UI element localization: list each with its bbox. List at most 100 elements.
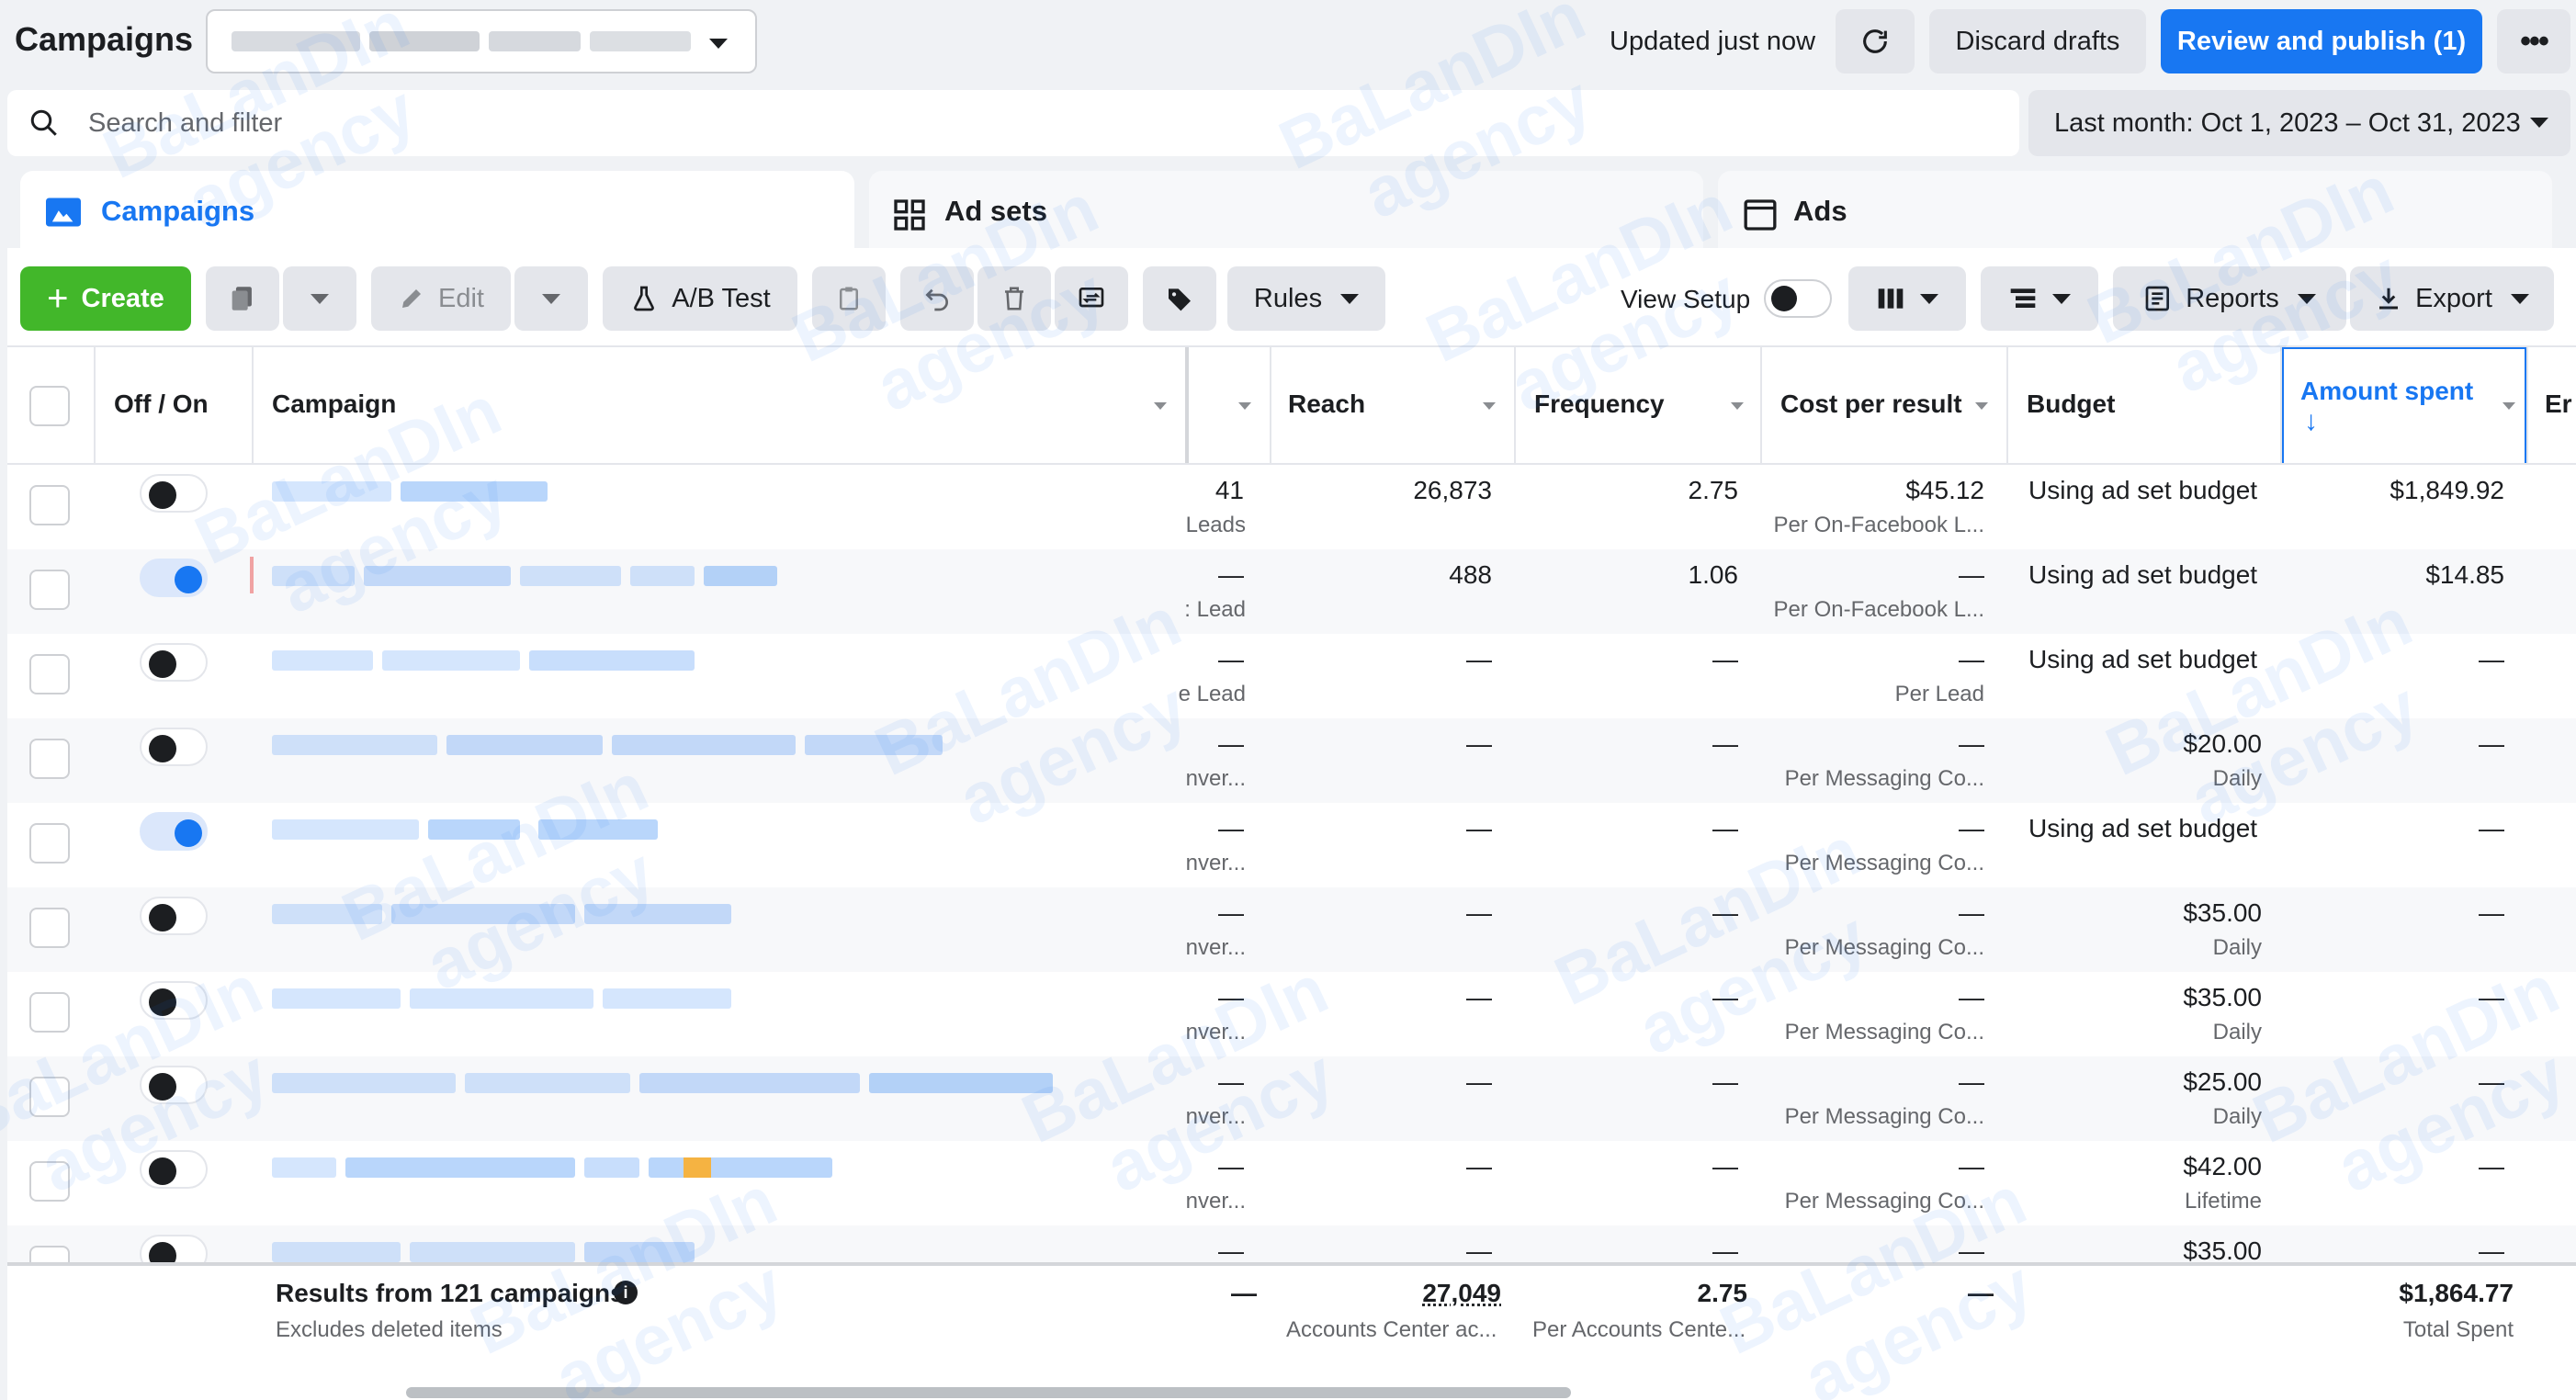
- col-header-cost-per-result[interactable]: Cost per result: [1780, 390, 1962, 419]
- campaign-name-link[interactable]: [465, 1073, 630, 1093]
- campaign-name-link[interactable]: [382, 650, 520, 671]
- campaign-name-link[interactable]: [272, 650, 373, 671]
- campaign-name-link[interactable]: [272, 1157, 336, 1178]
- campaign-name-link[interactable]: [584, 904, 731, 924]
- row-checkbox[interactable]: [29, 1161, 70, 1202]
- col-header-budget[interactable]: Budget: [2027, 390, 2115, 419]
- undo-button[interactable]: [900, 266, 974, 331]
- campaign-toggle[interactable]: [140, 897, 208, 935]
- campaign-name-link[interactable]: [410, 988, 593, 1009]
- reports-button[interactable]: Reports: [2113, 266, 2346, 331]
- view-setup-toggle[interactable]: [1764, 279, 1832, 318]
- campaign-name-link[interactable]: [630, 566, 695, 586]
- campaign-name-link[interactable]: [805, 735, 943, 755]
- campaign-name-link[interactable]: [391, 904, 575, 924]
- review-publish-button[interactable]: Review and publish (1): [2161, 9, 2482, 73]
- campaign-name-link[interactable]: [272, 1073, 456, 1093]
- campaign-name-link[interactable]: [401, 481, 548, 502]
- campaign-toggle[interactable]: [140, 474, 208, 513]
- campaign-toggle[interactable]: [140, 1066, 208, 1104]
- col-header-frequency[interactable]: Frequency: [1534, 390, 1665, 419]
- tab-ads[interactable]: Ads: [1718, 171, 2552, 254]
- horizontal-scrollbar[interactable]: [406, 1387, 1571, 1398]
- campaign-name-link[interactable]: [612, 735, 796, 755]
- tab-campaigns[interactable]: Campaigns: [20, 171, 854, 254]
- row-checkbox[interactable]: [29, 654, 70, 694]
- discard-drafts-button[interactable]: Discard drafts: [1929, 9, 2146, 73]
- campaign-toggle[interactable]: [140, 643, 208, 682]
- col-header-amount-spent[interactable]: Amount spent ↓: [2282, 347, 2526, 465]
- campaign-toggle[interactable]: [140, 981, 208, 1020]
- edit-dropdown-button[interactable]: [514, 266, 588, 331]
- campaign-name-link[interactable]: [272, 566, 355, 586]
- chevron-down-icon: [1340, 294, 1359, 304]
- delete-button[interactable]: [977, 266, 1051, 331]
- sort-caret-icon[interactable]: [1483, 402, 1496, 410]
- more-options-button[interactable]: •••: [2497, 9, 2570, 73]
- breakdown-button[interactable]: [1981, 266, 2098, 331]
- campaign-name-link[interactable]: [446, 735, 603, 755]
- row-checkbox[interactable]: [29, 739, 70, 779]
- rules-button[interactable]: Rules: [1227, 266, 1385, 331]
- campaign-name-link[interactable]: [704, 566, 777, 586]
- campaign-name-link[interactable]: [603, 988, 731, 1009]
- campaign-name-link[interactable]: [272, 1242, 401, 1262]
- create-button[interactable]: + Create: [20, 266, 191, 331]
- campaign-toggle[interactable]: [140, 728, 208, 766]
- campaign-name-link[interactable]: [869, 1073, 1053, 1093]
- campaign-toggle[interactable]: [140, 812, 208, 851]
- tab-ad-sets[interactable]: Ad sets: [869, 171, 1703, 254]
- columns-button[interactable]: [1848, 266, 1966, 331]
- totals-reach[interactable]: 27,049: [1277, 1279, 1501, 1308]
- campaign-name-link[interactable]: [584, 1242, 695, 1262]
- campaign-name-link[interactable]: [272, 819, 419, 840]
- info-icon[interactable]: i: [614, 1281, 638, 1304]
- search-input[interactable]: Search and filter: [88, 108, 282, 139]
- row-checkbox[interactable]: [29, 992, 70, 1033]
- select-all-checkbox[interactable]: [29, 386, 70, 426]
- duplicate-button[interactable]: [206, 266, 279, 331]
- campaign-name-link[interactable]: [272, 735, 437, 755]
- campaign-name-link[interactable]: [428, 819, 520, 840]
- tags-button[interactable]: [1143, 266, 1216, 331]
- campaign-name-link[interactable]: [272, 988, 401, 1009]
- row-checkbox[interactable]: [29, 1077, 70, 1117]
- refresh-button[interactable]: [1836, 9, 1915, 73]
- ad-account-selector[interactable]: [206, 9, 757, 73]
- col-header-reach[interactable]: Reach: [1288, 390, 1365, 419]
- search-filter-bar[interactable]: Search and filter: [7, 90, 2019, 156]
- sort-caret-icon[interactable]: [1154, 402, 1167, 410]
- campaign-name-link[interactable]: [272, 481, 391, 502]
- sort-caret-icon[interactable]: [1975, 402, 1988, 410]
- ab-test-button[interactable]: A/B Test: [603, 266, 797, 331]
- blurred-account-name: [590, 31, 691, 51]
- campaign-name-link[interactable]: [345, 1157, 575, 1178]
- campaign-toggle[interactable]: [140, 1150, 208, 1189]
- campaign-toggle[interactable]: [140, 559, 208, 597]
- row-checkbox[interactable]: [29, 823, 70, 864]
- preview-button[interactable]: [1055, 266, 1128, 331]
- campaign-name-link[interactable]: [272, 904, 382, 924]
- campaign-name-link[interactable]: [529, 650, 695, 671]
- campaign-name-link[interactable]: [410, 1242, 575, 1262]
- date-range-picker[interactable]: Last month: Oct 1, 2023 – Oct 31, 2023: [2028, 90, 2570, 156]
- campaign-name-link[interactable]: [364, 566, 511, 586]
- row-checkbox[interactable]: [29, 570, 70, 610]
- col-header-next[interactable]: Er: [2545, 390, 2572, 419]
- sort-caret-icon[interactable]: [1731, 402, 1744, 410]
- campaign-name-link[interactable]: [584, 1157, 639, 1178]
- campaign-name-link[interactable]: [538, 819, 658, 840]
- campaign-name-link[interactable]: [639, 1073, 860, 1093]
- row-checkbox[interactable]: [29, 485, 70, 525]
- export-button[interactable]: Export: [2350, 266, 2554, 331]
- campaign-name-link[interactable]: [520, 566, 621, 586]
- edit-button[interactable]: Edit: [371, 266, 511, 331]
- col-header-off-on[interactable]: Off / On: [114, 390, 209, 419]
- row-checkbox[interactable]: [29, 908, 70, 948]
- paste-button[interactable]: [812, 266, 886, 331]
- sort-caret-icon[interactable]: [1238, 402, 1251, 410]
- duplicate-dropdown-button[interactable]: [283, 266, 356, 331]
- campaign-name-link[interactable]: [649, 1157, 832, 1178]
- col-header-campaign[interactable]: Campaign: [272, 390, 396, 419]
- campaign-name-link[interactable]: [684, 1157, 711, 1178]
